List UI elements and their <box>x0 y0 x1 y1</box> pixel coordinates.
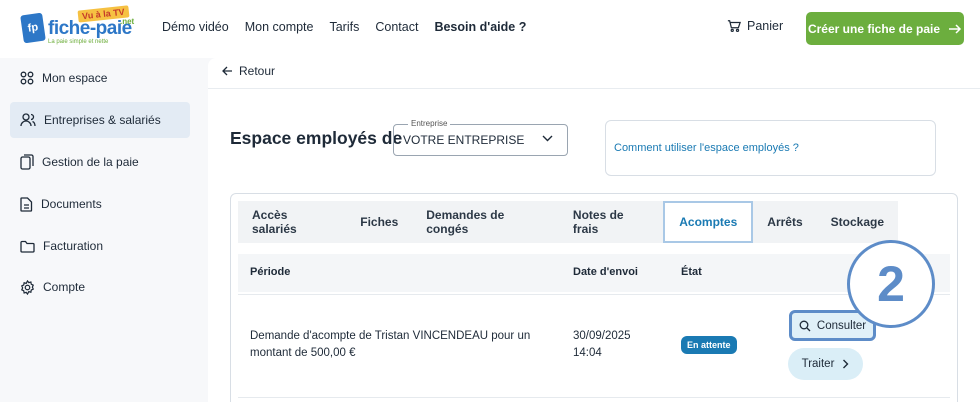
arrow-right-icon <box>949 23 962 34</box>
users-icon <box>20 113 36 127</box>
grid-icon <box>20 71 34 85</box>
table-cell-date: 30/09/2025 14:04 <box>573 328 631 362</box>
tab-acomptes[interactable]: Acomptes <box>663 201 754 243</box>
column-header-date: Date d'envoi <box>573 266 638 278</box>
table-cell-description: Demande d'acompte de Tristan VINCENDEAU … <box>250 330 531 359</box>
cart-icon <box>727 20 741 33</box>
sidebar-item-gestion-paie[interactable]: Gestion de la paie <box>10 144 190 180</box>
sidebar-item-label: Facturation <box>43 239 104 253</box>
tab-acces-salaries[interactable]: Accès salariés <box>238 201 346 243</box>
company-select[interactable]: Entreprise VOTRE ENTREPRISE <box>393 119 568 156</box>
step-marker: 2 <box>847 240 935 328</box>
document-icon <box>20 196 33 212</box>
header-divider <box>208 88 980 89</box>
help-link[interactable]: Comment utiliser l'espace employés ? <box>605 120 936 176</box>
tab-demandes-conges[interactable]: Demandes de congés <box>412 201 559 243</box>
logo-net: .net <box>120 17 135 26</box>
sidebar-item-facturation[interactable]: Facturation <box>10 228 190 264</box>
chevron-right-icon <box>843 359 849 369</box>
page-title: Espace employés de <box>230 128 403 148</box>
cart-link[interactable]: Panier <box>727 19 783 33</box>
back-label: Retour <box>239 64 276 78</box>
gear-icon <box>20 279 35 295</box>
sidebar-item-compte[interactable]: Compte <box>10 269 190 305</box>
sidebar-item-label: Compte <box>43 280 86 294</box>
logo-tagline: La paie simple et nette <box>48 39 109 45</box>
tab-bar: Accès salariés Fiches Demandes de congés… <box>238 201 898 243</box>
consult-label: Consulter <box>816 319 867 332</box>
tab-notes-de-frais[interactable]: Notes de frais <box>559 201 663 243</box>
sidebar-item-entreprises[interactable]: Entreprises & salariés <box>10 102 190 138</box>
folder-icon <box>20 240 35 253</box>
tab-stockage[interactable]: Stockage <box>817 201 898 243</box>
create-payslip-button[interactable]: Créer une fiche de paie <box>806 12 964 45</box>
sidebar-item-label: Gestion de la paie <box>42 155 139 169</box>
sidebar-item-label: Entreprises & salariés <box>44 113 161 127</box>
row-bottom-divider <box>238 397 950 398</box>
date-value: 30/09/2025 <box>573 330 631 342</box>
sidebar-item-documents[interactable]: Documents <box>10 186 190 222</box>
column-header-period: Période <box>250 266 291 278</box>
main-nav: Démo vidéo Mon compte Tarifs Contact Bes… <box>162 20 526 34</box>
search-icon <box>799 320 811 331</box>
column-header-state: État <box>681 266 702 278</box>
company-select-label: Entreprise <box>408 119 451 128</box>
sidebar-item-label: Mon espace <box>42 71 108 85</box>
sidebar-item-label: Documents <box>41 197 102 211</box>
nav-demo-video[interactable]: Démo vidéo <box>162 20 229 34</box>
nav-tarifs[interactable]: Tarifs <box>329 20 359 34</box>
back-link[interactable]: Retour <box>222 64 275 78</box>
treat-button[interactable]: Traiter <box>788 348 863 380</box>
table-header: Période Date d'envoi État <box>238 254 950 292</box>
header-row-divider <box>238 294 950 295</box>
status-badge: En attente <box>681 336 737 354</box>
chevron-down-icon <box>542 135 553 142</box>
nav-contact[interactable]: Contact <box>375 20 418 34</box>
sidebar-item-mon-espace[interactable]: Mon espace <box>10 60 190 96</box>
top-bar: fp fiche-paie .net Vu à la TV La paie si… <box>0 0 980 58</box>
files-icon <box>20 154 34 170</box>
logo[interactable]: fp fiche-paie .net Vu à la TV La paie si… <box>18 5 138 48</box>
nav-mon-compte[interactable]: Mon compte <box>245 20 314 34</box>
treat-label: Traiter <box>801 358 835 370</box>
cart-label: Panier <box>747 19 784 33</box>
time-value: 14:04 <box>573 347 602 359</box>
company-select-value: VOTRE ENTREPRISE <box>403 133 525 147</box>
arrow-left-icon <box>222 66 232 76</box>
nav-help[interactable]: Besoin d'aide ? <box>434 20 526 34</box>
logo-badge: fp <box>20 12 46 44</box>
tab-arrets[interactable]: Arrêts <box>753 201 816 243</box>
create-payslip-label: Créer une fiche de paie <box>807 21 941 36</box>
tab-fiches[interactable]: Fiches <box>346 201 412 243</box>
